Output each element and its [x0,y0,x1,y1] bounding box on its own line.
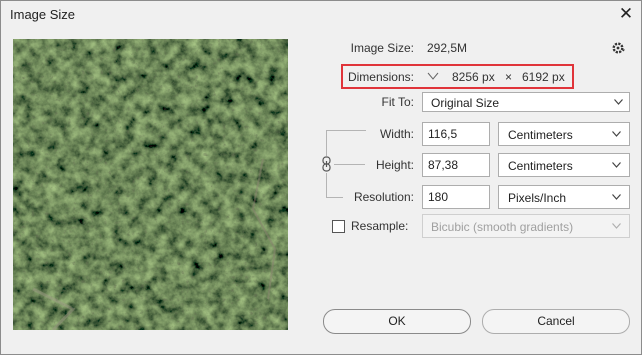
chevron-down-icon [612,131,621,137]
resample-method-value: Bicubic (smooth gradients) [431,220,574,234]
dimensions-label: Dimensions: [347,70,414,84]
width-label: Width: [379,127,414,141]
title-bar[interactable]: Image Size ✕ [1,1,641,29]
resample-label: Resample: [351,219,409,233]
height-label: Height: [375,158,414,172]
height-unit-select[interactable]: Centimeters [498,153,630,177]
width-unit-select[interactable]: Centimeters [498,122,630,146]
width-input[interactable] [422,122,490,146]
dialog-title: Image Size [10,7,76,22]
chevron-down-icon[interactable] [427,70,439,82]
image-size-label: Image Size: [350,41,414,55]
foliage-preview-image [13,39,288,330]
resolution-unit-value: Pixels/Inch [508,191,567,205]
chain-link-icon[interactable] [322,156,331,172]
resample-checkbox[interactable] [332,220,345,233]
cancel-button[interactable]: Cancel [482,309,630,334]
height-unit-value: Centimeters [508,159,573,173]
dimensions-height: 6192 px [522,70,565,84]
fit-to-select[interactable]: Original Size [422,92,630,112]
chevron-down-icon [612,194,621,200]
chevron-down-icon [612,162,621,168]
gear-icon[interactable] [612,41,626,55]
dimensions-width: 8256 px [452,70,495,84]
close-icon[interactable]: ✕ [615,3,637,25]
resample-method-select: Bicubic (smooth gradients) [422,214,630,238]
ok-button[interactable]: OK [323,309,471,334]
chevron-down-icon [612,223,621,229]
dimensions-times: × [505,70,513,84]
chevron-down-icon [614,99,623,105]
image-size-value: 292,5M [427,41,468,55]
width-unit-value: Centimeters [508,128,573,142]
image-size-dialog: Image Size ✕ Image Size: 292,5M Dimensio… [0,0,642,355]
resolution-input[interactable] [422,185,490,209]
fit-to-label: Fit To: [381,95,414,109]
height-input[interactable] [422,153,490,177]
resolution-label: Resolution: [353,190,414,204]
resolution-unit-select[interactable]: Pixels/Inch [498,185,630,209]
fit-to-value: Original Size [431,96,500,110]
image-preview[interactable] [13,39,288,330]
